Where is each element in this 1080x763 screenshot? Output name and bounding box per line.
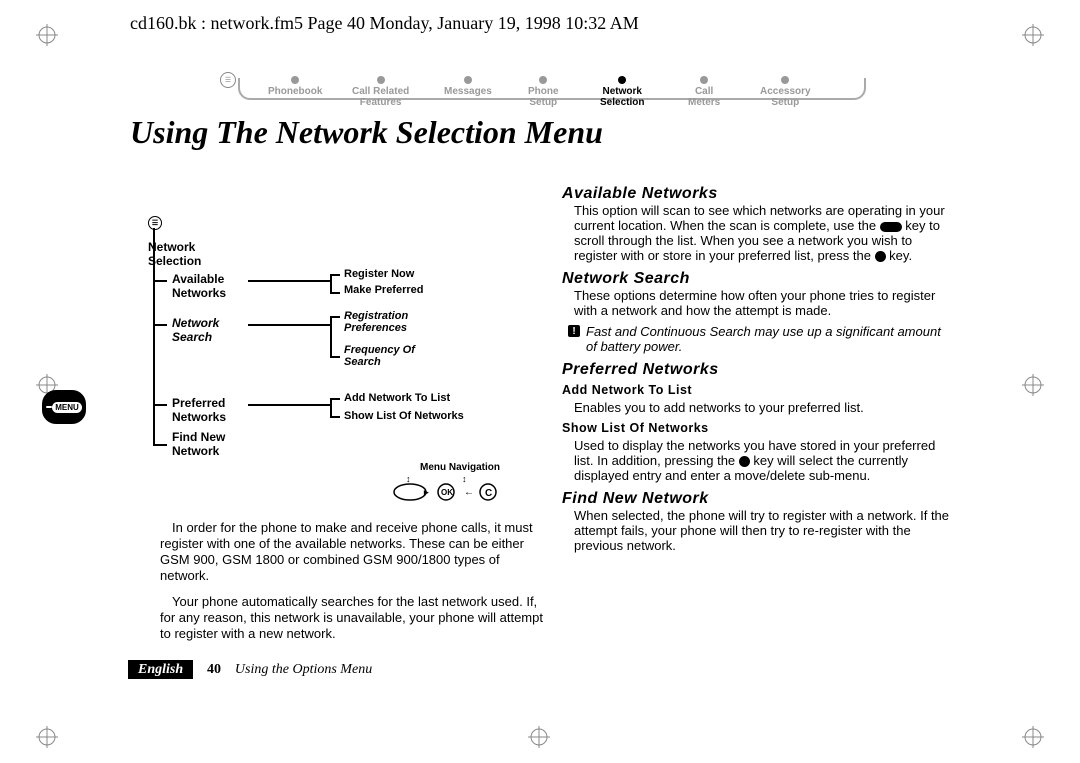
tree-registration-prefs: Registration Preferences: [344, 310, 434, 334]
svg-text:C: C: [485, 488, 492, 499]
content-column: Available Networks This option will scan…: [562, 178, 950, 559]
tree-available-networks: Available Networks: [172, 272, 252, 300]
menu-tab-icon: MENU: [42, 390, 86, 424]
svg-text:▸: ▸: [423, 487, 429, 497]
nav-messages: Messages: [444, 70, 492, 97]
heading-preferred-networks: Preferred Networks: [562, 362, 950, 377]
subheading-show-list: Show List Of Networks: [562, 421, 950, 436]
heading-network-search: Network Search: [562, 271, 950, 286]
tree-add-network-to-list: Add Network To List: [344, 392, 450, 404]
nav-phonebook: Phonebook: [268, 70, 322, 97]
crop-mark-icon: [528, 726, 550, 748]
para-show-list: Used to display the networks you have st…: [562, 438, 950, 483]
svg-text:OK: OK: [441, 488, 453, 497]
subheading-add-network: Add Network To List: [562, 383, 950, 398]
page-footer: English 40 Using the Options Menu: [128, 660, 372, 678]
menu-icon: ☰: [220, 72, 236, 88]
heading-available-networks: Available Networks: [562, 186, 950, 201]
nav-accessory-setup: AccessorySetup: [760, 70, 811, 108]
svg-text:↕: ↕: [406, 476, 411, 484]
nav-phone-setup: PhoneSetup: [528, 70, 559, 108]
para-find-new: When selected, the phone will try to reg…: [562, 508, 950, 553]
select-key-icon: [875, 251, 886, 262]
para-add-network: Enables you to add networks to your pref…: [562, 400, 950, 415]
crop-mark-icon: [36, 24, 58, 46]
scroll-key-icon: [880, 222, 902, 232]
crop-mark-icon: [36, 726, 58, 748]
tree-frequency-of-search: Frequency Of Search: [344, 344, 434, 368]
tree-network-search: Network Search: [172, 316, 252, 344]
tree-make-preferred: Make Preferred: [344, 284, 424, 296]
tree-find-new-network: Find New Network: [172, 430, 252, 458]
crop-mark-icon: [1022, 726, 1044, 748]
nav-network-selection: NetworkSelection: [600, 70, 644, 108]
note-battery: Fast and Continuous Search may use up a …: [562, 324, 950, 354]
heading-find-new-network: Find New Network: [562, 491, 950, 506]
para-search: These options determine how often your p…: [562, 288, 950, 318]
print-header: cd160.bk : network.fm5 Page 40 Monday, J…: [130, 13, 639, 34]
footer-page-number: 40: [207, 662, 221, 677]
select-key-icon: [739, 456, 750, 467]
tree-preferred-networks: Preferred Networks: [172, 396, 252, 424]
tree-root-label: Network Selection: [148, 240, 228, 268]
nav-call-related: Call RelatedFeatures: [352, 70, 409, 108]
menu-root-icon: ☰: [148, 216, 162, 230]
crop-mark-icon: [1022, 24, 1044, 46]
svg-text:↕: ↕: [462, 476, 467, 484]
crop-mark-icon: [1022, 374, 1044, 396]
footer-section: Using the Options Menu: [235, 662, 372, 677]
svg-text:←: ←: [464, 487, 474, 498]
tree-register-now: Register Now: [344, 268, 414, 280]
tree-caption: Menu Navigation: [420, 462, 500, 473]
page-title: Using The Network Selection Menu: [130, 114, 603, 151]
tree-show-list-of-networks: Show List Of Networks: [344, 410, 464, 422]
intro-text: In order for the phone to make and recei…: [160, 520, 544, 652]
para-available: This option will scan to see which netwo…: [562, 203, 950, 263]
nav-call-meters: CallMeters: [688, 70, 720, 108]
footer-language: English: [128, 660, 193, 679]
nav-key-glyphs: ↕ ▸ OK ↕ ← C: [392, 476, 512, 507]
breadcrumb-nav: ☰ Phonebook Call RelatedFeatures Message…: [220, 70, 860, 106]
